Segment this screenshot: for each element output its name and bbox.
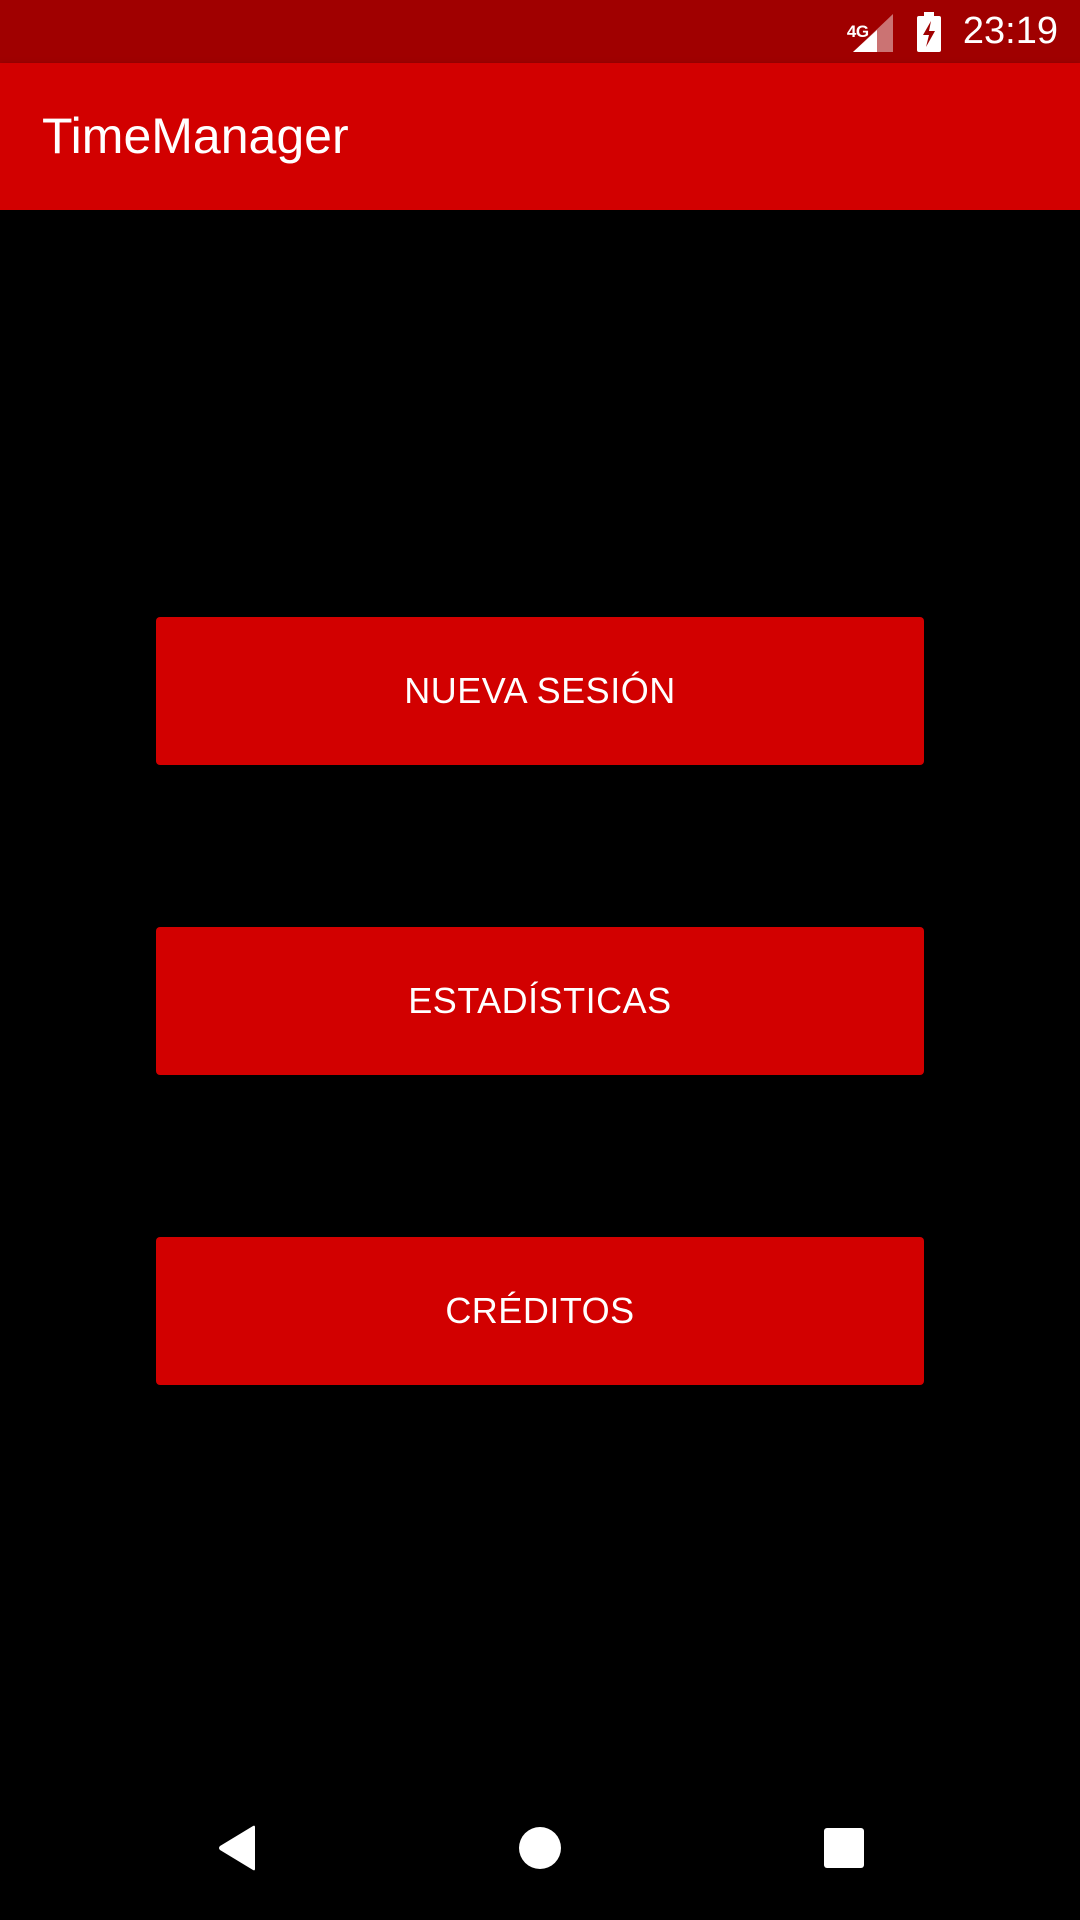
battery-charging-icon [916,11,941,52]
signal-icon [852,13,893,52]
back-icon [219,1825,255,1871]
status-bar: 4G 23:19 [0,0,1080,63]
navigation-bar [0,1776,1080,1920]
clock: 23:19 [962,10,1058,52]
app-bar: TimeManager [0,63,1080,210]
screen: 4G 23:19 TimeManager NUEVA SESIÓN ESTADÍ… [0,0,1080,1920]
status-icons: 4G 23:19 [847,0,1058,63]
new-session-button[interactable]: NUEVA SESIÓN [156,617,924,765]
home-button[interactable] [468,1776,612,1920]
credits-button[interactable]: CRÉDITOS [156,1237,924,1385]
app-title: TimeManager [42,108,349,164]
home-icon [519,1827,561,1869]
recents-button[interactable] [772,1776,916,1920]
recents-icon [824,1828,864,1868]
statistics-button[interactable]: ESTADÍSTICAS [156,927,924,1075]
back-button[interactable] [165,1776,309,1920]
signal-indicator: 4G [847,12,893,52]
